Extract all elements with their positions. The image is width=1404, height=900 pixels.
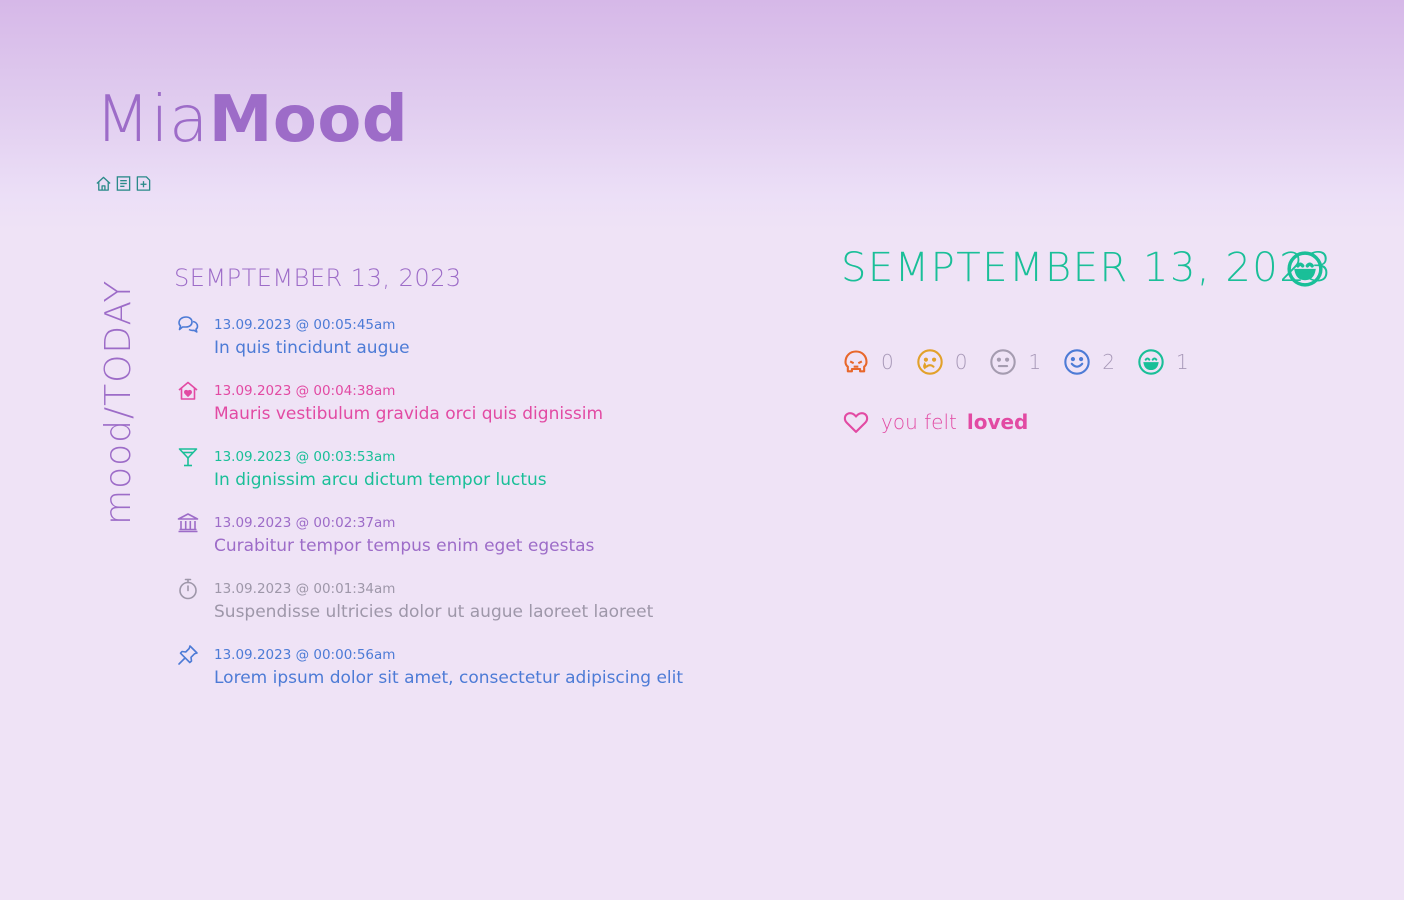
mood-counts: 0 0 1 2 1	[842, 348, 1211, 376]
grin-face-icon	[1138, 349, 1164, 375]
logo-part-mood: Mood	[208, 83, 409, 157]
sad-tear-face-icon	[917, 349, 943, 375]
entry-text: Mauris vestibulum gravida orci quis dign…	[214, 404, 604, 424]
header: MiaMood	[0, 0, 1404, 230]
smile-face-icon	[1064, 349, 1090, 375]
app-logo[interactable]: MiaMood	[95, 88, 408, 152]
home-heart-icon	[178, 381, 198, 400]
entry-timestamp: 13.09.2023 @ 00:03:53am	[214, 449, 396, 465]
entry-timestamp: 13.09.2023 @ 00:05:45am	[214, 317, 396, 333]
mood-count-smile: 2	[1063, 348, 1115, 376]
entry-text: Suspendisse ultricies dolor ut augue lao…	[214, 602, 654, 622]
mood-count-value: 1	[1028, 350, 1042, 374]
bank-building-icon	[177, 513, 199, 533]
mood-count-grin: 1	[1137, 348, 1189, 376]
nav-bar	[95, 175, 152, 192]
felt-word: loved	[966, 410, 1029, 434]
neutral-face-icon	[990, 349, 1017, 375]
entry-timestamp: 13.09.2023 @ 00:01:34am	[214, 581, 396, 597]
entry-text: In quis tincidunt augue	[214, 338, 410, 358]
felt-summary: you felt loved	[842, 408, 1028, 436]
angry-face-icon	[844, 350, 868, 373]
entry-text: In dignissim arcu dictum tempor luctus	[214, 470, 547, 490]
mood-count-value: 1	[1175, 350, 1189, 374]
grin-face-icon	[1287, 251, 1323, 287]
entry-text: Lorem ipsum dolor sit amet, consectetur …	[214, 668, 684, 688]
stopwatch-icon	[179, 578, 197, 600]
day-title: SEMPTEMBER 13, 2023	[174, 264, 462, 292]
entry-timestamp: 13.09.2023 @ 00:00:56am	[214, 647, 396, 663]
pushpin-icon	[178, 645, 198, 665]
mood-count-value: 2	[1102, 350, 1115, 374]
felt-prefix: you felt	[881, 410, 957, 434]
entry-timestamp: 13.09.2023 @ 00:02:37am	[214, 515, 396, 531]
cocktail-glass-icon	[178, 448, 198, 467]
mood-count-angry: 0	[842, 348, 894, 376]
heart-icon	[843, 412, 869, 433]
mood-count-value: 0	[954, 350, 968, 374]
add-entry-icon[interactable]	[135, 175, 152, 192]
logo-part-mia: Mia	[95, 83, 209, 157]
section-label-mood-today: mood/TODAY	[98, 279, 139, 525]
mood-count-value: 0	[881, 350, 894, 374]
entry-timestamp: 13.09.2023 @ 00:04:38am	[214, 383, 396, 399]
chat-bubbles-icon	[178, 316, 199, 333]
mood-count-neutral: 1	[989, 348, 1041, 376]
mood-count-sad: 0	[916, 348, 968, 376]
summary-date: SEMPTEMBER 13, 2023	[841, 245, 1334, 291]
entry-text: Curabitur tempor tempus enim eget egesta…	[214, 536, 595, 556]
home-icon[interactable]	[95, 175, 112, 192]
document-icon[interactable]	[115, 175, 132, 192]
